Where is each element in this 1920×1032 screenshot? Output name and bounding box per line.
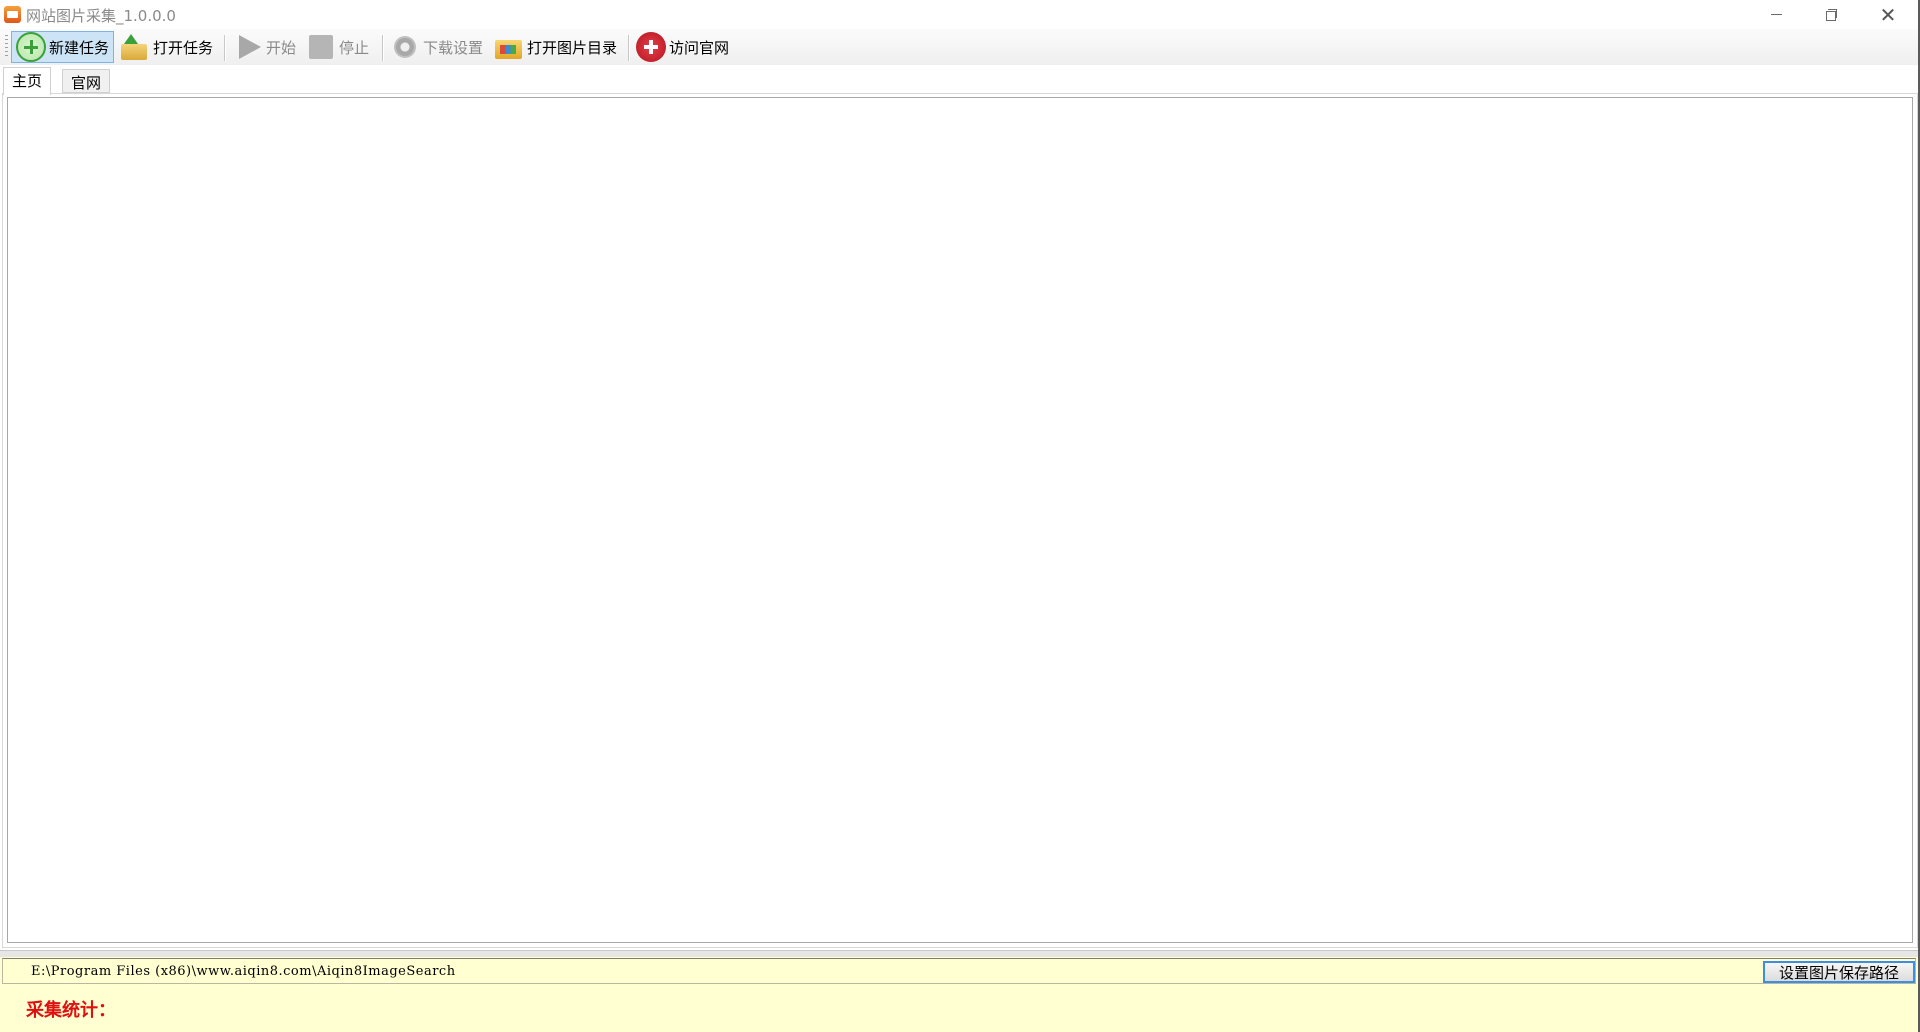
toolbar-grip-icon[interactable] (5, 35, 8, 59)
open-task-button[interactable]: 打开任务 (116, 31, 217, 63)
minimize-icon (1770, 14, 1782, 15)
website-icon (636, 32, 666, 62)
tab-website[interactable]: 官网 (62, 69, 111, 93)
minimize-button[interactable] (1748, 0, 1804, 29)
start-label: 开始 (266, 38, 297, 57)
save-path-text: E:\Program Files (x86)\www.aiqin8.com\Ai… (31, 964, 456, 979)
main-content-area[interactable] (7, 97, 1913, 943)
download-settings-button[interactable]: 下载设置 (386, 31, 487, 63)
plus-circle-icon (16, 32, 46, 62)
collection-stats-label: 采集统计： (26, 1000, 116, 1021)
gear-icon (390, 32, 420, 62)
toolbar-separator (224, 35, 226, 61)
visit-website-label: 访问官网 (669, 38, 730, 57)
close-icon: ✕ (1879, 2, 1897, 27)
stop-label: 停止 (339, 38, 370, 57)
toolbar-separator (628, 35, 630, 61)
save-path-field[interactable]: E:\Program Files (x86)\www.aiqin8.com\Ai… (2, 958, 1916, 984)
visit-website-button[interactable]: 访问官网 (632, 31, 733, 63)
stop-button[interactable]: 停止 (302, 31, 373, 63)
stop-icon (306, 32, 336, 62)
download-settings-label: 下载设置 (423, 38, 484, 57)
play-icon (233, 32, 263, 62)
open-folder-icon (120, 32, 150, 62)
image-folder-icon (494, 32, 524, 62)
new-task-label: 新建任务 (49, 38, 110, 57)
restore-icon (1826, 8, 1838, 21)
start-button[interactable]: 开始 (229, 31, 300, 63)
set-save-path-button[interactable]: 设置图片保存路径 (1763, 961, 1915, 983)
app-logo-icon (4, 6, 21, 23)
title-bar: 网站图片采集_1.0.0.0 ✕ (0, 0, 1920, 29)
window-title: 网站图片采集_1.0.0.0 (26, 7, 176, 25)
restore-button[interactable] (1804, 0, 1860, 29)
close-button[interactable]: ✕ (1860, 0, 1916, 29)
open-task-label: 打开任务 (153, 38, 214, 57)
toolbar-separator (382, 35, 384, 61)
tab-strip: 主页 官网 (0, 65, 1918, 95)
open-image-folder-label: 打开图片目录 (527, 38, 618, 57)
new-task-button[interactable]: 新建任务 (11, 31, 115, 63)
open-image-folder-button[interactable]: 打开图片目录 (490, 31, 621, 63)
tab-home[interactable]: 主页 (3, 67, 52, 95)
toolbar: 新建任务 打开任务 开始 停止 下载设置 打开图片目录 访问官网 (0, 29, 1918, 65)
status-panel: E:\Program Files (x86)\www.aiqin8.com\Ai… (0, 957, 1918, 1032)
